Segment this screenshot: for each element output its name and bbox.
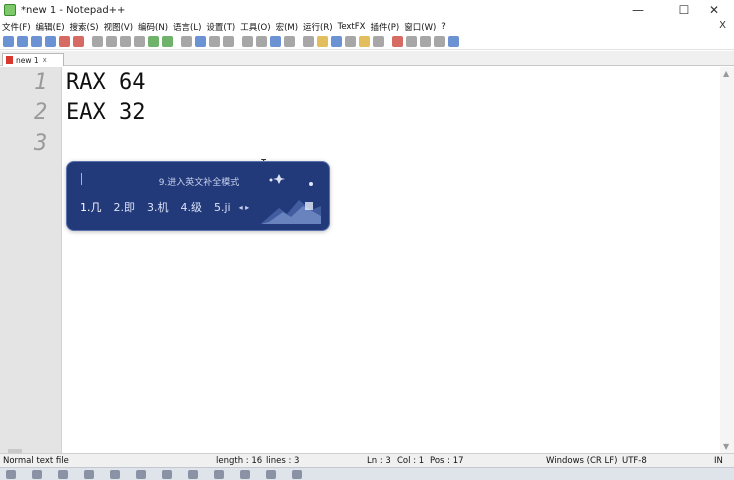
sync-v-icon[interactable] (242, 36, 253, 47)
ime-page-arrows-icon[interactable]: ◂ ▸ (239, 203, 250, 212)
close-document-button[interactable]: X (719, 20, 726, 31)
notepad-window: *new 1 - Notepad++ — ☐ ✕ 文件(F) 编辑(E) 搜索(… (0, 0, 734, 480)
close-icon[interactable] (59, 36, 70, 47)
menu-language[interactable]: 语言(L) (173, 21, 201, 33)
ime-candidate-1[interactable]: 1.几 (80, 199, 102, 215)
find-icon[interactable] (181, 36, 192, 47)
stop-icon[interactable] (406, 36, 417, 47)
taskbar-app-icon[interactable] (84, 469, 94, 479)
menu-bar: 文件(F) 编辑(E) 搜索(S) 视图(V) 编码(N) 语言(L) 设置(T… (0, 20, 734, 34)
task-view-icon[interactable] (58, 469, 68, 479)
menu-view[interactable]: 视图(V) (104, 21, 133, 33)
tab-close-icon[interactable]: x (43, 56, 47, 64)
monitor-icon[interactable] (373, 36, 384, 47)
zoom-out-icon[interactable] (223, 36, 234, 47)
play-icon[interactable] (420, 36, 431, 47)
open-file-icon[interactable] (17, 36, 28, 47)
menu-tools[interactable]: 工具(O) (240, 21, 270, 33)
ime-candidate-window: 9.进入英文补全模式 1.几 2.即 3.机 4.级 5.ji ◂ ▸ (66, 161, 330, 231)
taskbar-app-icon[interactable] (188, 469, 198, 479)
taskbar-app-icon[interactable] (162, 469, 172, 479)
taskbar-app-icon[interactable] (240, 469, 250, 479)
taskbar-app-icon[interactable] (214, 469, 224, 479)
indent-guide-icon[interactable] (303, 36, 314, 47)
menu-window[interactable]: 窗口(W) (404, 21, 436, 33)
undo-icon[interactable] (148, 36, 159, 47)
menu-settings[interactable]: 设置(T) (206, 21, 235, 33)
status-column: Col : 1 (397, 456, 425, 466)
line-number-1: 1 (34, 70, 48, 95)
sync-h-icon[interactable] (256, 36, 267, 47)
menu-help[interactable]: ? (441, 22, 446, 32)
minimize-button[interactable]: — (618, 0, 658, 20)
menu-run[interactable]: 运行(R) (303, 21, 333, 33)
tab-label: new 1 (16, 55, 39, 65)
ime-candidate-5[interactable]: 5.ji (214, 201, 231, 214)
status-bar: Normal text file length : 16 lines : 3 L… (0, 453, 734, 467)
code-line-1[interactable]: RAX 64 (66, 70, 145, 95)
cut-icon[interactable] (106, 36, 117, 47)
window-title: *new 1 - Notepad++ (21, 4, 126, 16)
scroll-up-icon[interactable]: ▲ (723, 69, 729, 78)
start-button-icon[interactable] (6, 469, 16, 479)
tab-bar: new 1 x (0, 51, 734, 66)
code-line-2[interactable]: EAX 32 (66, 100, 145, 125)
taskbar-app-icon[interactable] (136, 469, 146, 479)
taskbar-app-icon[interactable] (266, 469, 276, 479)
save-icon[interactable] (31, 36, 42, 47)
taskbar-app-icon[interactable] (110, 469, 120, 479)
menu-macro[interactable]: 宏(M) (276, 21, 298, 33)
folder-workspace-icon[interactable] (359, 36, 370, 47)
title-bar: *new 1 - Notepad++ — ☐ ✕ (0, 0, 734, 20)
status-lines: lines : 3 (266, 456, 300, 466)
zoom-in-icon[interactable] (209, 36, 220, 47)
menu-encoding[interactable]: 编码(N) (138, 21, 168, 33)
menu-plugins[interactable]: 插件(P) (370, 21, 399, 33)
menu-textfx[interactable]: TextFX (338, 22, 366, 32)
status-eol[interactable]: Windows (CR LF) (546, 456, 617, 466)
copy-icon[interactable] (120, 36, 131, 47)
ime-candidate-3[interactable]: 3.机 (147, 199, 169, 215)
redo-icon[interactable] (162, 36, 173, 47)
unsaved-file-icon (6, 56, 13, 64)
vertical-scrollbar[interactable]: ▲ ▼ (720, 67, 734, 453)
menu-edit[interactable]: 编辑(E) (36, 21, 65, 33)
line-number-3: 3 (34, 131, 48, 156)
status-line: Ln : 3 (367, 456, 391, 466)
status-encoding[interactable]: UTF-8 (622, 456, 647, 466)
replace-icon[interactable] (195, 36, 206, 47)
close-window-button[interactable]: ✕ (694, 0, 734, 20)
ime-skin-decoration-icon (261, 174, 321, 224)
print-icon[interactable] (92, 36, 103, 47)
function-list-icon[interactable] (345, 36, 356, 47)
menu-file[interactable]: 文件(F) (2, 21, 31, 33)
udl-icon[interactable] (317, 36, 328, 47)
line-number-2: 2 (34, 100, 48, 125)
ime-candidate-4[interactable]: 4.级 (181, 199, 203, 215)
doc-map-icon[interactable] (331, 36, 342, 47)
play-multi-icon[interactable] (434, 36, 445, 47)
status-position: Pos : 17 (430, 456, 464, 466)
search-taskbar-icon[interactable] (32, 469, 42, 479)
menu-search[interactable]: 搜索(S) (70, 21, 99, 33)
taskbar-app-icon[interactable] (292, 469, 302, 479)
toolbar (0, 34, 734, 50)
ime-candidate-list: 1.几 2.即 3.机 4.级 5.ji ◂ ▸ (80, 199, 249, 215)
save-macro-icon[interactable] (448, 36, 459, 47)
new-file-icon[interactable] (3, 36, 14, 47)
windows-taskbar (0, 467, 734, 480)
status-length: length : 16 (216, 456, 263, 466)
scroll-down-icon[interactable]: ▼ (723, 442, 729, 451)
notepad-app-icon (4, 4, 16, 16)
tab-new-1[interactable]: new 1 x (2, 53, 64, 66)
record-icon[interactable] (392, 36, 403, 47)
status-file-type: Normal text file (3, 456, 69, 466)
all-chars-icon[interactable] (284, 36, 295, 47)
save-all-icon[interactable] (45, 36, 56, 47)
ime-candidate-2[interactable]: 2.即 (114, 199, 136, 215)
status-insert-mode: IN (714, 456, 723, 466)
wrap-icon[interactable] (270, 36, 281, 47)
paste-icon[interactable] (134, 36, 145, 47)
close-all-icon[interactable] (73, 36, 84, 47)
